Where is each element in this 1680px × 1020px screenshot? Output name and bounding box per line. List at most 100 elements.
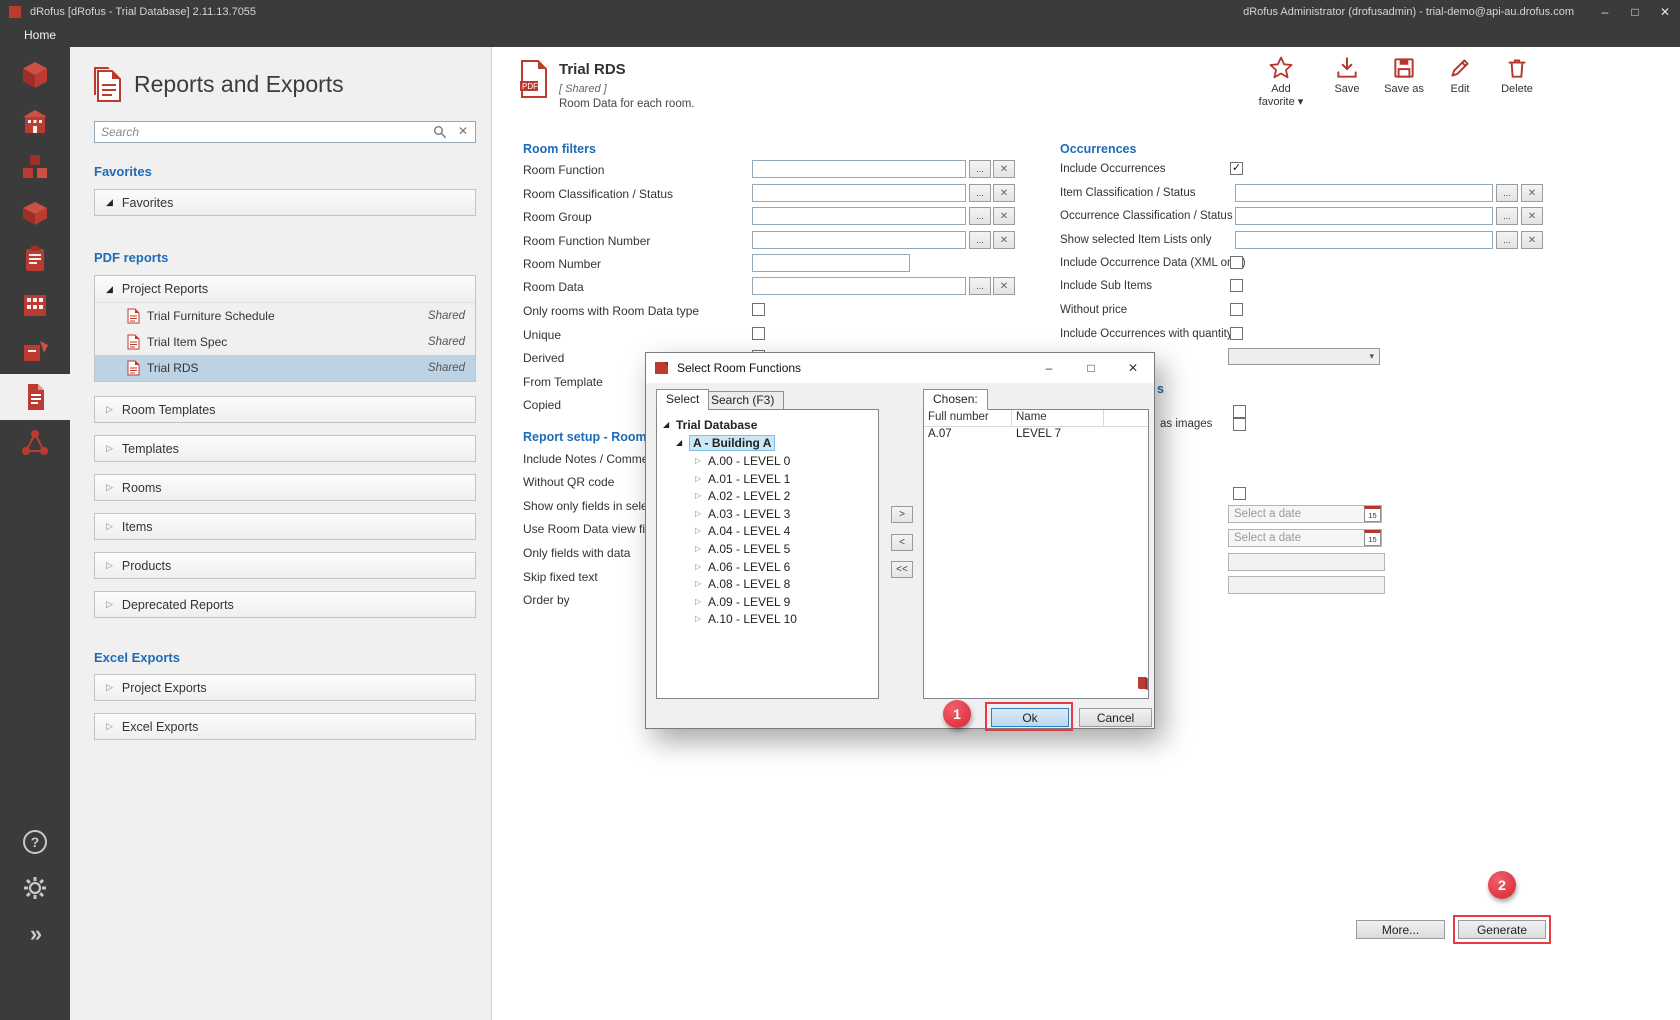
project-reports-header[interactable]: ◢ Project Reports — [95, 276, 475, 303]
rail-item-products[interactable] — [0, 328, 70, 374]
rail-item-site[interactable] — [0, 52, 70, 98]
search-input[interactable] — [95, 122, 425, 142]
occurrence-sort-dropdown[interactable]: ▾ — [1228, 348, 1380, 365]
group-project-exports[interactable]: ▷Project Exports — [94, 674, 476, 701]
tree-node-building-a-selected[interactable]: ◢A - Building A — [657, 434, 878, 451]
tree-node-level[interactable]: ▷A.03 - LEVEL 3 — [657, 505, 878, 522]
group-deprecated-reports[interactable]: ▷Deprecated Reports — [94, 591, 476, 618]
expanded-triangle-icon[interactable]: ◢ — [676, 438, 689, 447]
room-function-number-input[interactable] — [752, 231, 966, 249]
room-function-input[interactable] — [752, 160, 966, 178]
tree-node-level[interactable]: ▷A.05 - LEVEL 5 — [657, 540, 878, 557]
report-item-item-spec[interactable]: Trial Item Spec Shared — [95, 329, 475, 355]
move-all-left-button[interactable]: << — [891, 561, 913, 578]
collapsed-triangle-icon[interactable]: ▷ — [695, 614, 708, 623]
tree-node-level[interactable]: ▷A.04 - LEVEL 4 — [657, 522, 878, 539]
tree-node-level[interactable]: ▷A.01 - LEVEL 1 — [657, 470, 878, 487]
report-item-furniture-schedule[interactable]: Trial Furniture Schedule Shared — [95, 303, 475, 329]
dialog-maximize-button[interactable]: □ — [1070, 353, 1112, 383]
tab-select[interactable]: Select — [656, 389, 709, 410]
collapsed-triangle-icon[interactable]: ▷ — [695, 562, 708, 571]
move-right-button[interactable]: > — [891, 506, 913, 523]
group-items[interactable]: ▷Items — [94, 513, 476, 540]
item-lists-clear-button[interactable]: ✕ — [1521, 231, 1543, 249]
extra-input-1[interactable] — [1228, 553, 1385, 571]
collapsed-triangle-icon[interactable]: ▷ — [695, 579, 708, 588]
room-function-picker-button[interactable]: ... — [969, 160, 991, 178]
collapsed-triangle-icon[interactable]: ▷ — [695, 491, 708, 500]
rail-item-items[interactable] — [0, 236, 70, 282]
collapsed-triangle-icon[interactable]: ▷ — [695, 597, 708, 606]
dialog-close-button[interactable]: ✕ — [1112, 353, 1154, 383]
group-excel-exports[interactable]: ▷Excel Exports — [94, 713, 476, 740]
date-from-input[interactable] — [1228, 505, 1382, 523]
rail-item-expand[interactable]: » — [0, 911, 70, 957]
tree-node-level[interactable]: ▷A.02 - LEVEL 2 — [657, 487, 878, 504]
collapsed-triangle-icon[interactable]: ▷ — [695, 456, 708, 465]
room-function-number-clear-button[interactable]: ✕ — [993, 231, 1015, 249]
room-classification-input[interactable] — [752, 184, 966, 202]
maximize-button[interactable]: □ — [1620, 0, 1650, 24]
report-item-trial-rds-selected[interactable]: Trial RDS Shared — [95, 355, 475, 381]
only-room-data-type-checkbox[interactable] — [752, 303, 765, 316]
room-number-input[interactable] — [752, 254, 910, 272]
room-group-clear-button[interactable]: ✕ — [993, 207, 1015, 225]
save-as-button[interactable]: Save as — [1375, 55, 1433, 95]
room-function-number-picker-button[interactable]: ... — [969, 231, 991, 249]
occurrence-classification-picker-button[interactable]: ... — [1496, 207, 1518, 225]
add-favorite-button[interactable]: Add favorite ▾ — [1252, 55, 1310, 108]
occurrence-classification-clear-button[interactable]: ✕ — [1521, 207, 1543, 225]
calendar-icon[interactable]: 15 — [1364, 506, 1381, 522]
column-full-number[interactable]: Full number — [924, 410, 1012, 426]
rail-item-building[interactable] — [0, 98, 70, 144]
tree-node-level[interactable]: ▷A.10 - LEVEL 10 — [657, 610, 878, 627]
expanded-triangle-icon[interactable]: ◢ — [663, 420, 676, 429]
group-products[interactable]: ▷Products — [94, 552, 476, 579]
collapsed-triangle-icon[interactable]: ▷ — [695, 544, 708, 553]
room-data-picker-button[interactable]: ... — [969, 277, 991, 295]
item-classification-clear-button[interactable]: ✕ — [1521, 184, 1543, 202]
save-button[interactable]: Save — [1318, 55, 1376, 95]
item-classification-picker-button[interactable]: ... — [1496, 184, 1518, 202]
minimize-button[interactable]: – — [1590, 0, 1620, 24]
room-data-clear-button[interactable]: ✕ — [993, 277, 1015, 295]
tree-node-level[interactable]: ▷A.00 - LEVEL 0 — [657, 452, 878, 469]
unique-checkbox[interactable] — [752, 327, 765, 340]
edit-button[interactable]: Edit — [1431, 55, 1489, 95]
menu-home-tab[interactable]: Home — [16, 26, 64, 44]
rail-item-systems[interactable] — [0, 282, 70, 328]
cancel-button[interactable]: Cancel — [1079, 708, 1152, 727]
room-function-clear-button[interactable]: ✕ — [993, 160, 1015, 178]
item-lists-input[interactable] — [1235, 231, 1493, 249]
occurrence-classification-input[interactable] — [1235, 207, 1493, 225]
section-checkbox[interactable] — [1233, 487, 1246, 500]
delete-button[interactable]: Delete — [1488, 55, 1546, 95]
tree-node-level[interactable]: ▷A.06 - LEVEL 6 — [657, 558, 878, 575]
group-room-templates[interactable]: ▷Room Templates — [94, 396, 476, 423]
room-data-input[interactable] — [752, 277, 966, 295]
rail-item-help[interactable]: ? — [0, 819, 70, 865]
close-button[interactable]: ✕ — [1650, 0, 1680, 24]
collapsed-triangle-icon[interactable]: ▷ — [695, 474, 708, 483]
calendar-icon[interactable]: 15 — [1364, 530, 1381, 546]
copy-book-icon[interactable] — [1135, 676, 1149, 691]
room-classification-picker-button[interactable]: ... — [969, 184, 991, 202]
room-group-picker-button[interactable]: ... — [969, 207, 991, 225]
item-classification-input[interactable] — [1235, 184, 1493, 202]
rail-item-settings[interactable] — [0, 865, 70, 911]
rail-item-rooms[interactable] — [0, 190, 70, 236]
collapsed-triangle-icon[interactable]: ▷ — [695, 526, 708, 535]
room-classification-clear-button[interactable]: ✕ — [993, 184, 1015, 202]
tree-node-level[interactable]: ▷A.09 - LEVEL 9 — [657, 593, 878, 610]
search-clear-icon[interactable]: ✕ — [458, 124, 468, 138]
tree-node-level[interactable]: ▷A.08 - LEVEL 8 — [657, 575, 878, 592]
rail-item-zones[interactable] — [0, 144, 70, 190]
room-group-input[interactable] — [752, 207, 966, 225]
rail-item-organisation[interactable] — [0, 420, 70, 466]
occurrence-data-xml-checkbox[interactable] — [1230, 256, 1243, 269]
dialog-minimize-button[interactable]: – — [1028, 353, 1070, 383]
partial-checkbox[interactable] — [1233, 405, 1246, 418]
item-lists-picker-button[interactable]: ... — [1496, 231, 1518, 249]
tab-search[interactable]: Search (F3) — [701, 391, 784, 410]
chosen-row[interactable]: A.07 LEVEL 7 — [924, 427, 1148, 444]
